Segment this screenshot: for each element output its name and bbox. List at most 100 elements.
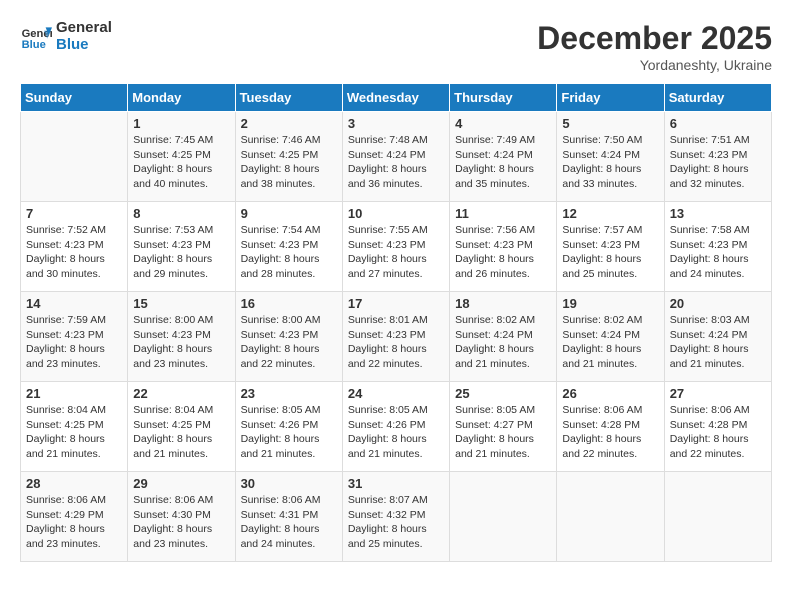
day-info: Sunrise: 8:00 AMSunset: 4:23 PMDaylight:… [133, 313, 229, 372]
day-info: Sunrise: 8:05 AMSunset: 4:26 PMDaylight:… [241, 403, 337, 462]
calendar-cell: 22Sunrise: 8:04 AMSunset: 4:25 PMDayligh… [128, 382, 235, 472]
day-number: 23 [241, 386, 337, 401]
calendar-body: 1 Sunrise: 7:45 AMSunset: 4:25 PMDaylight… [21, 112, 772, 562]
calendar-table: SundayMondayTuesdayWednesdayThursdayFrid… [20, 83, 772, 562]
day-info: Sunrise: 7:58 AMSunset: 4:23 PMDaylight:… [670, 223, 766, 282]
day-info: Sunrise: 8:06 AMSunset: 4:28 PMDaylight:… [670, 403, 766, 462]
day-number: 30 [241, 476, 337, 491]
day-number: 1 [133, 116, 229, 131]
header-row: SundayMondayTuesdayWednesdayThursdayFrid… [21, 84, 772, 112]
logo-icon: General Blue [20, 21, 52, 53]
calendar-cell: 4Sunrise: 7:49 AMSunset: 4:24 PMDaylight… [450, 112, 557, 202]
calendar-cell: 31Sunrise: 8:07 AMSunset: 4:32 PMDayligh… [342, 472, 449, 562]
day-number: 26 [562, 386, 658, 401]
day-number: 27 [670, 386, 766, 401]
day-info: Sunrise: 7:50 AMSunset: 4:24 PMDaylight:… [562, 133, 658, 192]
month-title: December 2025 [537, 20, 772, 57]
calendar-cell: 21Sunrise: 8:04 AMSunset: 4:25 PMDayligh… [21, 382, 128, 472]
calendar-cell: 20 Sunrise: 8:03 AMSunset: 4:24 PMDayligh… [664, 292, 771, 382]
day-number: 3 [348, 116, 444, 131]
day-info: Sunrise: 7:54 AMSunset: 4:23 PMDaylight:… [241, 223, 337, 282]
header-sunday: Sunday [21, 84, 128, 112]
day-number: 20 [670, 296, 766, 311]
calendar-cell: 18 Sunrise: 8:02 AMSunset: 4:24 PMDayligh… [450, 292, 557, 382]
day-info: Sunrise: 8:06 AMSunset: 4:31 PMDaylight:… [241, 493, 337, 552]
day-info: Sunrise: 8:01 AMSunset: 4:23 PMDaylight:… [348, 313, 444, 372]
calendar-cell: 5 Sunrise: 7:50 AMSunset: 4:24 PMDaylight… [557, 112, 664, 202]
day-number: 17 [348, 296, 444, 311]
calendar-cell: 26 Sunrise: 8:06 AMSunset: 4:28 PMDayligh… [557, 382, 664, 472]
day-info: Sunrise: 8:05 AMSunset: 4:27 PMDaylight:… [455, 403, 551, 462]
day-number: 19 [562, 296, 658, 311]
calendar-cell: 28 Sunrise: 8:06 AMSunset: 4:29 PMDayligh… [21, 472, 128, 562]
header-saturday: Saturday [664, 84, 771, 112]
calendar-cell [21, 112, 128, 202]
day-number: 16 [241, 296, 337, 311]
calendar-cell: 3 Sunrise: 7:48 AMSunset: 4:24 PMDaylight… [342, 112, 449, 202]
calendar-cell [557, 472, 664, 562]
calendar-cell: 30 Sunrise: 8:06 AMSunset: 4:31 PMDayligh… [235, 472, 342, 562]
location-subtitle: Yordaneshty, Ukraine [537, 57, 772, 73]
day-info: Sunrise: 8:02 AMSunset: 4:24 PMDaylight:… [455, 313, 551, 372]
day-info: Sunrise: 8:06 AMSunset: 4:30 PMDaylight:… [133, 493, 229, 552]
day-number: 14 [26, 296, 122, 311]
day-info: Sunrise: 8:03 AMSunset: 4:24 PMDaylight:… [670, 313, 766, 372]
day-info: Sunrise: 8:00 AMSunset: 4:23 PMDaylight:… [241, 313, 337, 372]
day-number: 7 [26, 206, 122, 221]
day-number: 5 [562, 116, 658, 131]
day-number: 9 [241, 206, 337, 221]
calendar-cell: 1 Sunrise: 7:45 AMSunset: 4:25 PMDaylight… [128, 112, 235, 202]
svg-text:Blue: Blue [22, 39, 46, 51]
day-number: 10 [348, 206, 444, 221]
day-info: Sunrise: 7:57 AMSunset: 4:23 PMDaylight:… [562, 223, 658, 282]
logo: General Blue General Blue [20, 20, 112, 53]
calendar-cell: 15 Sunrise: 8:00 AMSunset: 4:23 PMDayligh… [128, 292, 235, 382]
day-number: 28 [26, 476, 122, 491]
day-number: 2 [241, 116, 337, 131]
day-info: Sunrise: 7:48 AMSunset: 4:24 PMDaylight:… [348, 133, 444, 192]
day-number: 22 [133, 386, 229, 401]
day-number: 29 [133, 476, 229, 491]
week-row-5: 28 Sunrise: 8:06 AMSunset: 4:29 PMDayligh… [21, 472, 772, 562]
calendar-cell [450, 472, 557, 562]
calendar-cell: 6 Sunrise: 7:51 AMSunset: 4:23 PMDaylight… [664, 112, 771, 202]
calendar-cell: 14Sunrise: 7:59 AMSunset: 4:23 PMDayligh… [21, 292, 128, 382]
calendar-cell [664, 472, 771, 562]
day-number: 12 [562, 206, 658, 221]
day-info: Sunrise: 7:46 AMSunset: 4:25 PMDaylight:… [241, 133, 337, 192]
title-block: December 2025 Yordaneshty, Ukraine [537, 20, 772, 73]
header-tuesday: Tuesday [235, 84, 342, 112]
day-number: 31 [348, 476, 444, 491]
calendar-cell: 2 Sunrise: 7:46 AMSunset: 4:25 PMDaylight… [235, 112, 342, 202]
day-number: 8 [133, 206, 229, 221]
day-number: 13 [670, 206, 766, 221]
day-info: Sunrise: 8:06 AMSunset: 4:29 PMDaylight:… [26, 493, 122, 552]
calendar-cell: 24Sunrise: 8:05 AMSunset: 4:26 PMDayligh… [342, 382, 449, 472]
week-row-4: 21Sunrise: 8:04 AMSunset: 4:25 PMDayligh… [21, 382, 772, 472]
calendar-cell: 17 Sunrise: 8:01 AMSunset: 4:23 PMDayligh… [342, 292, 449, 382]
day-info: Sunrise: 8:04 AMSunset: 4:25 PMDaylight:… [26, 403, 122, 462]
day-number: 15 [133, 296, 229, 311]
calendar-cell: 9 Sunrise: 7:54 AMSunset: 4:23 PMDaylight… [235, 202, 342, 292]
calendar-cell: 23 Sunrise: 8:05 AMSunset: 4:26 PMDayligh… [235, 382, 342, 472]
day-info: Sunrise: 7:52 AMSunset: 4:23 PMDaylight:… [26, 223, 122, 282]
week-row-1: 1 Sunrise: 7:45 AMSunset: 4:25 PMDaylight… [21, 112, 772, 202]
calendar-cell: 16 Sunrise: 8:00 AMSunset: 4:23 PMDayligh… [235, 292, 342, 382]
header-monday: Monday [128, 84, 235, 112]
calendar-cell: 19Sunrise: 8:02 AMSunset: 4:24 PMDayligh… [557, 292, 664, 382]
week-row-2: 7 Sunrise: 7:52 AMSunset: 4:23 PMDaylight… [21, 202, 772, 292]
day-info: Sunrise: 7:51 AMSunset: 4:23 PMDaylight:… [670, 133, 766, 192]
day-info: Sunrise: 7:56 AMSunset: 4:23 PMDaylight:… [455, 223, 551, 282]
calendar-cell: 8 Sunrise: 7:53 AMSunset: 4:23 PMDaylight… [128, 202, 235, 292]
day-info: Sunrise: 7:55 AMSunset: 4:23 PMDaylight:… [348, 223, 444, 282]
day-info: Sunrise: 7:53 AMSunset: 4:23 PMDaylight:… [133, 223, 229, 282]
day-info: Sunrise: 7:45 AMSunset: 4:25 PMDaylight:… [133, 133, 229, 192]
day-number: 6 [670, 116, 766, 131]
day-info: Sunrise: 8:06 AMSunset: 4:28 PMDaylight:… [562, 403, 658, 462]
day-number: 18 [455, 296, 551, 311]
page-header: General Blue General Blue December 2025 … [20, 20, 772, 73]
calendar-cell: 25Sunrise: 8:05 AMSunset: 4:27 PMDayligh… [450, 382, 557, 472]
day-number: 11 [455, 206, 551, 221]
logo-text-general: General [56, 20, 112, 37]
header-wednesday: Wednesday [342, 84, 449, 112]
